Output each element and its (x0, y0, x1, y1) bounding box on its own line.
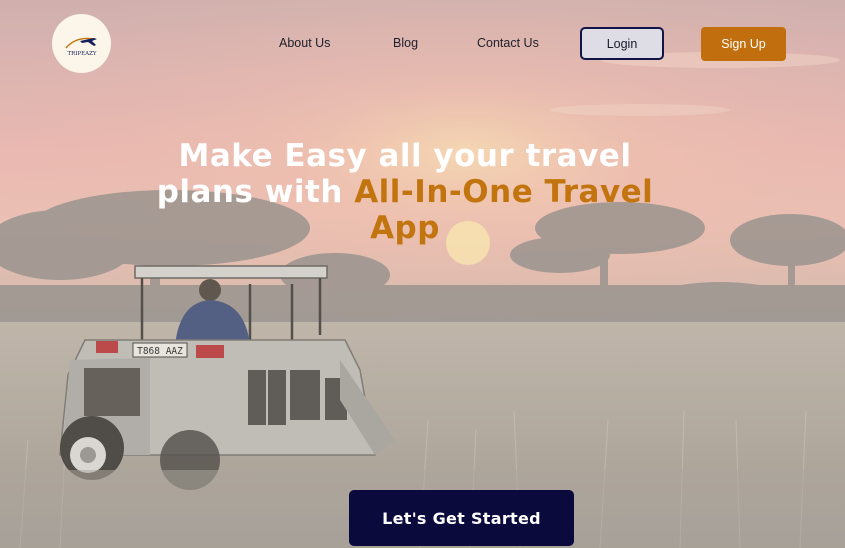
logo-text: TRIPEAZY (67, 51, 96, 57)
nav-contact-us[interactable]: Contact Us (477, 36, 539, 50)
nav-blog[interactable]: Blog (393, 36, 418, 50)
signup-button[interactable]: Sign Up (701, 27, 786, 61)
brand-logo[interactable]: TRIPEAZY (52, 14, 111, 73)
headline-accent: All-In-One Travel App (354, 174, 654, 246)
airplane-icon: TRIPEAZY (64, 37, 97, 57)
hero-overlay (0, 0, 845, 548)
login-button[interactable]: Login (580, 27, 664, 60)
get-started-button[interactable]: Let's Get Started (349, 490, 574, 546)
hero-section: T868 AAZ TRIPEAZY About Us Blog Contact … (0, 0, 845, 548)
hero-headline: Make Easy all your travel plans with All… (150, 138, 660, 246)
nav-about-us[interactable]: About Us (279, 36, 330, 50)
